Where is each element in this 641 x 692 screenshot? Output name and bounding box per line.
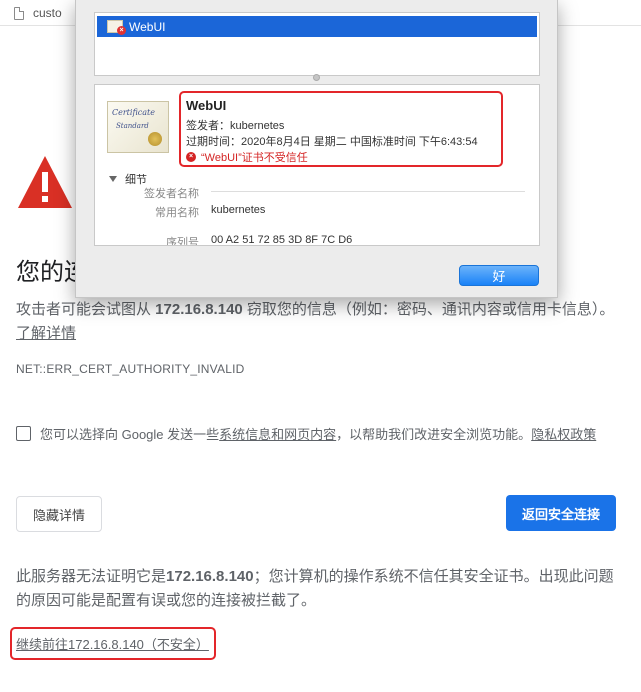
seal-icon bbox=[148, 132, 162, 146]
certificate-list-item[interactable]: × WebUI bbox=[97, 16, 537, 37]
cert-highlight-box bbox=[179, 91, 503, 167]
error-description: 攻击者可能会试图从 172.16.8.140 窃取您的信息（例如：密码、通讯内容… bbox=[16, 298, 616, 346]
optin-text: 您可以选择向 Google 发送一些 bbox=[40, 427, 220, 442]
proceed-highlight-box bbox=[10, 627, 216, 660]
warning-triangle-icon bbox=[18, 156, 72, 208]
hide-details-button[interactable]: 隐藏详情 bbox=[16, 496, 102, 532]
optin-text-2: ，以帮助我们改进安全浏览功能。 bbox=[336, 427, 532, 442]
system-info-link[interactable]: 系统信息和网页内容 bbox=[219, 424, 336, 443]
serial-number-label: 序列号 bbox=[166, 237, 199, 246]
learn-more-link[interactable]: 了解详情 bbox=[16, 325, 76, 342]
divider bbox=[211, 191, 525, 192]
cert-image-text-2: Standard bbox=[116, 122, 149, 130]
certificate-icon: Certificate Standard bbox=[107, 101, 169, 153]
error-code: NET::ERR_CERT_AUTHORITY_INVALID bbox=[16, 362, 245, 376]
certificate-dialog: × WebUI Certificate Standard WebUI 签发者：k… bbox=[75, 0, 558, 298]
certificate-list-label: WebUI bbox=[129, 19, 166, 34]
splitter-handle[interactable] bbox=[313, 74, 320, 81]
certificate-icon: × bbox=[107, 20, 126, 35]
serial-number-value: 00 A2 51 72 85 3D 8F 7C D6 bbox=[211, 234, 353, 246]
disclosure-triangle-icon bbox=[109, 176, 117, 182]
subject-name-label: 签发者名称 bbox=[144, 188, 199, 200]
desc-text: 攻击者可能会试图从 bbox=[16, 301, 156, 318]
common-name-label: 常用名称 bbox=[155, 207, 199, 219]
cert-image-text: Certificate bbox=[112, 108, 155, 117]
common-name-value: kubernetes bbox=[211, 204, 266, 216]
certificate-list[interactable]: × WebUI bbox=[94, 12, 540, 76]
ok-button[interactable]: 好 bbox=[459, 265, 539, 286]
details-text-1: 此服务器无法证明它是 bbox=[16, 568, 167, 585]
desc-host: 172.16.8.140 bbox=[155, 301, 243, 318]
safe-browsing-optin: 您可以选择向 Google 发送一些 系统信息和网页内容 ，以帮助我们改进安全浏览功… bbox=[16, 424, 596, 443]
back-to-safety-button[interactable]: 返回安全连接 bbox=[506, 495, 616, 531]
details-text: 此服务器无法证明它是172.16.8.140；您计算机的操作系统不信任其安全证书… bbox=[16, 565, 616, 613]
desc-text-2: 窃取您的信息（例如：密码、通讯内容或信用卡信息）。 bbox=[242, 301, 615, 318]
page-icon bbox=[14, 6, 24, 20]
tab-title: custo bbox=[33, 6, 62, 20]
privacy-policy-link[interactable]: 隐私权政策 bbox=[531, 424, 596, 443]
details-host: 172.16.8.140 bbox=[166, 568, 254, 585]
browser-tab[interactable]: custo bbox=[0, 0, 62, 26]
certificate-detail-panel[interactable]: Certificate Standard WebUI 签发者：kubernete… bbox=[94, 84, 540, 246]
optin-checkbox[interactable] bbox=[16, 426, 31, 441]
